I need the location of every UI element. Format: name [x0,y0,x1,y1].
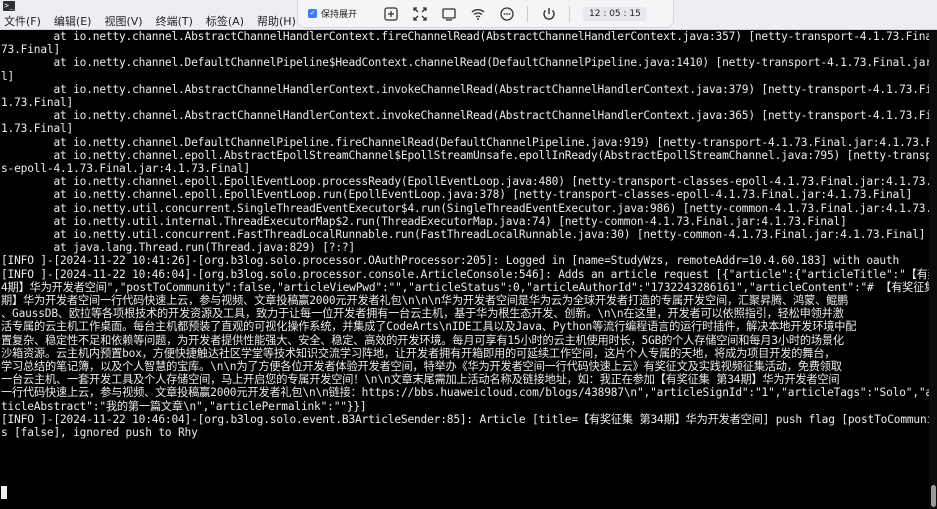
terminal-line: 期】华为开发者空间一行代码快速上云，参与视频、文章投稿赢2000元开发者礼包\n… [1,294,849,307]
terminal-line: at java.lang.Thread.run(Thread.java:829)… [1,241,355,255]
menu-tabs[interactable]: 标签(A) [202,14,244,30]
power-icon[interactable] [541,6,557,22]
more-icon[interactable] [499,6,515,22]
terminal-line: ticleAbstract":"我的第一篇文章\n","articlePerma… [1,399,367,413]
terminal-line: [INFO ]-[2024-11-22 10:41:26]-[org.b3log… [1,254,900,268]
menu-view[interactable]: 视图(V) [100,14,142,30]
terminal-line: 一台云主机、一套开发工具及个人存储空间，马上开启您的专属开发空间！\n\n文章末… [1,373,840,387]
menu-help[interactable]: 帮助(H) [253,14,296,30]
session-clock: 12 : 05 : 15 [583,6,647,21]
toolbar-separator [527,5,528,22]
terminal-line: at io.netty.util.concurrent.FastThreadLo… [1,228,926,241]
menu-bar: 文件(F) 编辑(E) 视图(V) 终端(T) 标签(A) 帮助(H) [0,14,305,30]
terminal-line: 1.73.Final] [1,96,74,109]
terminal-line: 、GaussDB、欧拉等各项根技术的开发资源及工具，致力于让每一位开发者拥有一台… [1,307,844,321]
terminal-line: [INFO ]-[2024-11-22 10:46:04]-[org.b3log… [1,267,929,281]
network-icon[interactable] [470,6,486,22]
terminal-line: at io.netty.channel.AbstractChannelHandl… [1,30,929,43]
terminal-scrollbar[interactable] [929,30,937,509]
terminal-line: 73.Final] [1,43,60,57]
terminal-line: 4期】华为开发者空间","postToCommunity":false,"art… [1,280,929,294]
fullscreen-icon[interactable] [412,6,428,22]
keep-expanded-checkbox[interactable]: ✓ [308,9,317,18]
add-tab-icon[interactable] [383,6,399,22]
menu-terminal[interactable]: 终端(T) [152,14,193,30]
terminal-line: at io.netty.channel.DefaultChannelPipeli… [1,56,929,70]
terminal-line: 置复杂、稳定性不足和依赖等问题，为开发者提供性能强大、安全、稳定、高效的开发环境… [1,333,844,347]
terminal-line: l] [1,69,15,83]
terminal-line: 学习总结的笔记簿，以及个人智慧的宝库。\n\n为了方便各位开发者体验开发者空间，… [1,360,842,373]
keep-expanded-label: 保持展开 [321,10,358,20]
terminal-line: s [false], ignored push to Rhy [1,426,198,439]
terminal-app-icon: >_ [3,1,15,11]
window-titlebar: >_ 文件(F) 编辑(E) 视图(V) 终端(T) 标签(A) 帮助(H) ✓… [0,0,937,30]
terminal-line: s-epoll-4.1.73.Final.jar:4.1.73.Final] [1,162,251,175]
terminal-line: 一行代码快速上云，参与视频、文章投稿赢2000元开发者礼包\n\n链接：http… [1,386,929,400]
terminal-line: at io.netty.channel.DefaultChannelPipeli… [1,135,929,149]
terminal-line: 沙箱资源。云主机内预置box，方便快捷触达社区学堂等技术知识交流学习阵地，让开发… [1,346,836,360]
menu-edit[interactable]: 编辑(E) [50,14,92,30]
terminal-line: at io.netty.util.internal.ThreadExecutor… [1,214,847,228]
terminal-output[interactable]: at io.netty.channel.AbstractChannelHandl… [0,30,929,509]
toolbar-separator [569,5,570,22]
terminal-line: at io.netty.channel.AbstractChannelHandl… [1,82,929,96]
terminal-line: at io.netty.channel.AbstractChannelHandl… [1,109,929,123]
terminal-line: [INFO ]-[2024-11-22 10:46:04]-[org.b3log… [1,412,929,426]
terminal-line: at io.netty.util.concurrent.SingleThread… [1,201,929,215]
screen-icon[interactable] [441,6,457,22]
scrollbar-thumb[interactable] [931,485,936,507]
remote-session-toolbar: ✓ 保持展开 12 : 05 : 15 [297,0,674,28]
menu-file[interactable]: 文件(F) [0,14,41,30]
terminal-line: 1.73.Final] [1,122,74,136]
keep-expanded-toggle[interactable]: ✓ 保持展开 [308,7,370,20]
terminal-line: at io.netty.channel.epoll.EpollEventLoop… [1,188,913,202]
terminal-line: at io.netty.channel.epoll.AbstractEpollS… [1,148,929,162]
terminal-line: at io.netty.channel.epoll.EpollEventLoop… [1,175,929,189]
terminal-line: 活专属的云主机工作桌面。每台主机都预装了直观的可视化操作系统，并集成了CodeA… [1,320,857,334]
terminal-cursor [1,486,7,499]
